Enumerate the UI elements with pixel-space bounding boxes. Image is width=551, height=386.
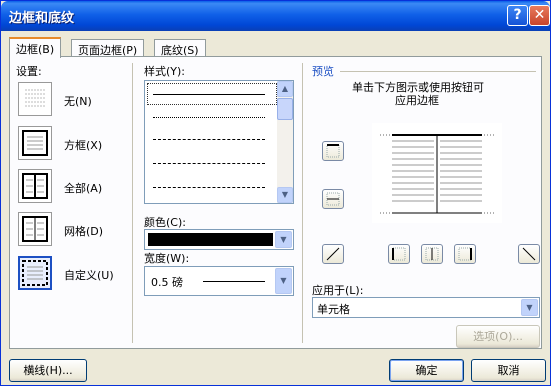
style-solid-line[interactable] <box>153 94 265 95</box>
preview-table-graphic <box>380 134 494 214</box>
scroll-down-icon[interactable]: ▼ <box>277 187 293 203</box>
help-button[interactable]: ? <box>507 5 528 26</box>
setting-grid-button[interactable] <box>18 212 52 246</box>
setting-none-label: 无(N) <box>64 95 92 108</box>
chevron-down-icon[interactable]: ▼ <box>275 268 292 294</box>
inside-vertical-border-icon <box>425 247 439 261</box>
style-dashed-fine-line[interactable] <box>153 139 265 140</box>
setting-all-button[interactable] <box>18 169 52 203</box>
tab-shading[interactable]: 底纹(S) <box>154 39 206 57</box>
left-border-button[interactable] <box>388 244 410 264</box>
setting-all-label: 全部(A) <box>64 182 103 195</box>
apply-to-value: 单元格 <box>317 303 350 316</box>
box-border-icon <box>22 130 48 156</box>
all-border-icon <box>22 173 48 199</box>
setting-none-button[interactable] <box>18 82 52 116</box>
setting-custom-button[interactable] <box>18 256 52 290</box>
preview-heading: 预览 <box>312 65 334 78</box>
setting-custom-label: 自定义(U) <box>64 269 114 282</box>
options-button[interactable]: 选项(O)... <box>456 325 540 348</box>
top-border-icon <box>326 144 340 158</box>
style-dotted-line[interactable] <box>153 117 265 118</box>
apply-to-label: 应用于(L): <box>312 284 364 297</box>
diagonal-down-border-icon <box>326 247 340 261</box>
scroll-up-icon[interactable]: ▲ <box>277 81 293 97</box>
diagonal-up-border-icon <box>522 247 536 261</box>
none-border-icon <box>25 89 45 107</box>
color-label: 颜色(C): <box>144 216 186 229</box>
column-divider-2 <box>302 63 303 343</box>
style-list[interactable]: ▲ ▼ <box>144 80 294 204</box>
column-divider <box>132 63 133 343</box>
top-border-button[interactable] <box>322 141 344 161</box>
width-sample-line <box>203 281 265 282</box>
horizontal-line-button[interactable]: 横线(H)... <box>9 359 87 382</box>
inside-horizontal-border-icon <box>326 192 340 206</box>
chevron-down-icon[interactable]: ▼ <box>275 231 292 248</box>
cancel-button[interactable]: 取消 <box>471 359 546 382</box>
inside-horizontal-border-button[interactable] <box>322 189 344 209</box>
grid-border-icon <box>22 216 48 242</box>
right-border-icon <box>458 247 472 261</box>
width-label: 宽度(W): <box>144 252 190 265</box>
style-dashed-line[interactable] <box>153 163 265 164</box>
preview-area[interactable] <box>372 123 502 223</box>
setting-grid-label: 网格(D) <box>64 225 104 238</box>
style-heading: 样式(Y): <box>144 65 186 78</box>
left-border-icon <box>392 247 406 261</box>
diagonal-up-border-button[interactable] <box>518 244 540 264</box>
preview-heading-rule <box>340 71 536 72</box>
borders-tab-panel: 设置: 无(N) 方框(X) 全部(A) 网格(D) 自定义(U) 样式(Y):… <box>9 56 542 349</box>
right-border-button[interactable] <box>454 244 476 264</box>
window-title: 边框和底纹 <box>9 11 75 26</box>
scroll-thumb[interactable] <box>277 98 293 120</box>
settings-heading: 设置: <box>16 65 42 78</box>
custom-border-icon <box>22 260 48 286</box>
setting-box-label: 方框(X) <box>64 139 103 152</box>
title-bar: 边框和底纹 ? ✕ <box>1 1 550 31</box>
style-scrollbar[interactable]: ▲ ▼ <box>277 81 293 203</box>
tab-borders[interactable]: 边框(B) <box>9 37 62 58</box>
style-dash-dot-line[interactable] <box>153 187 265 188</box>
borders-and-shading-dialog: 边框和底纹 ? ✕ 边框(B) 页面边框(P) 底纹(S) 设置: 无(N) 方… <box>0 0 551 386</box>
color-swatch <box>148 233 273 246</box>
setting-box-button[interactable] <box>18 126 52 160</box>
close-button[interactable]: ✕ <box>529 5 550 26</box>
preview-hint-line2: 应用边框 <box>395 94 439 107</box>
diagonal-down-border-button[interactable] <box>322 244 344 264</box>
apply-to-select[interactable]: 单元格 ▼ <box>312 297 540 318</box>
color-combo[interactable]: ▼ <box>144 229 294 250</box>
tab-page-border[interactable]: 页面边框(P) <box>71 39 145 57</box>
ok-button[interactable]: 确定 <box>389 359 464 382</box>
inside-vertical-border-button[interactable] <box>421 244 443 264</box>
width-combo[interactable]: 0.5 磅 ▼ <box>144 266 294 296</box>
width-value: 0.5 磅 <box>151 276 183 289</box>
chevron-down-icon[interactable]: ▼ <box>521 299 538 316</box>
